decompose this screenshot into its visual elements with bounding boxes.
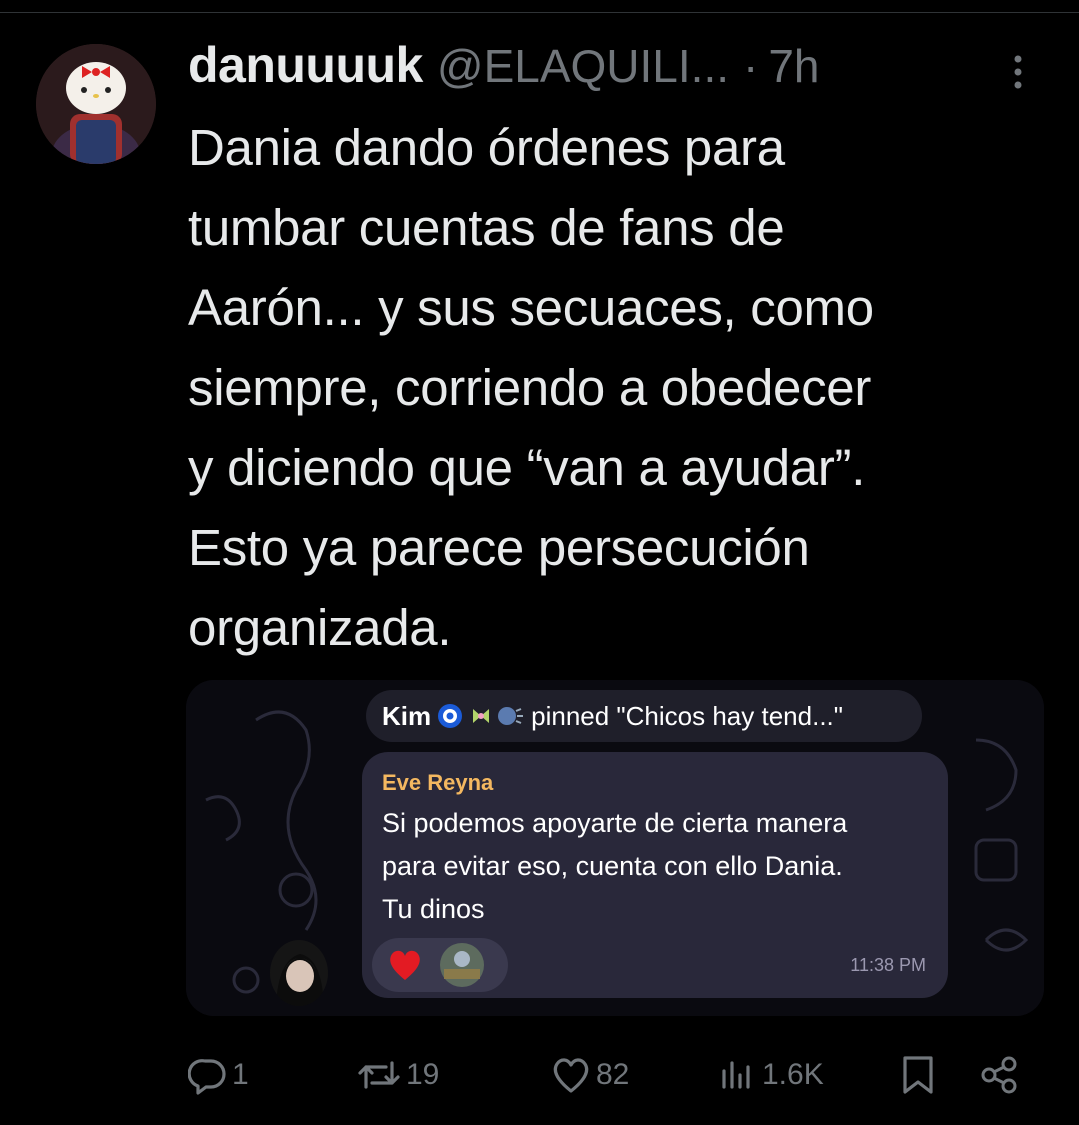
reply-icon [188,1059,226,1095]
heart-reaction-icon [390,950,420,980]
timestamp[interactable]: 7h [768,39,819,93]
like-button[interactable]: 82 [550,1050,629,1100]
message-time: 11:38 PM [850,955,926,975]
more-icon[interactable] [1010,52,1026,92]
reply-button[interactable]: 1 [188,1050,249,1100]
pinned-name: Kim [382,700,432,731]
top-divider [0,12,1079,13]
tweet-header: danuuuuk @ELAQUILI... · 7h [188,36,820,96]
views-count: 1.6K [762,1058,824,1091]
message-sender: Eve Reyna [382,770,494,795]
repost-icon [358,1061,400,1089]
avatar-image [36,44,156,164]
views-button[interactable]: 1.6K [718,1050,824,1100]
share-icon [981,1056,1017,1094]
emoji-icons [438,704,524,728]
pinned-message-bar[interactable]: Kim pinned "Chicos hay tend..." [366,690,922,742]
reply-count: 1 [232,1058,249,1091]
chat-bubble: Eve Reyna Si podemos apoyarte de cierta … [362,752,948,998]
like-count: 82 [596,1058,630,1091]
bookmark-button[interactable] [900,1050,936,1100]
reactor-avatar [440,943,484,987]
bookmark-icon [903,1056,933,1094]
pinned-text: pinned "Chicos hay tend..." [531,700,843,731]
media-attachment[interactable]: Kim pinned "Chicos hay tend..." Eve Reyn… [186,680,1044,1016]
sender-avatar [270,940,328,1006]
share-button[interactable] [978,1050,1020,1100]
repost-button[interactable]: 19 [356,1050,439,1100]
avatar[interactable] [36,44,156,164]
repost-count: 19 [406,1058,440,1091]
separator-dot: · [743,40,759,92]
tweet-text: Dania dando órdenes para tumbar cuentas … [188,119,874,656]
display-name[interactable]: danuuuuk [188,36,423,94]
message-text: Si podemos apoyarte de cierta manera par… [382,808,848,924]
views-icon [722,1061,750,1089]
like-icon [553,1058,589,1093]
reaction-pill[interactable] [372,938,508,992]
tweet-actions: 1 19 82 1.6K [186,1050,1026,1100]
user-handle[interactable]: @ELAQUILI... [437,39,729,93]
